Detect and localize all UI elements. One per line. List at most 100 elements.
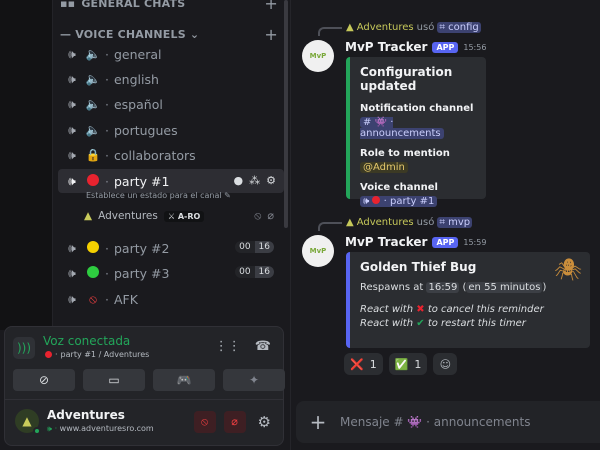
username[interactable]: Adventures [47,408,125,422]
field-name: Role to mention [360,148,450,159]
voice-member[interactable]: ▲ Adventures ⚔ A-RO ⦸ ⌀ [84,209,274,223]
lock-icon: 🔒 [85,148,101,162]
instruction-line: React with ✖ to cancel this reminder [360,304,544,315]
field-name: Voice channel [360,182,438,193]
signal-icon[interactable]: ))) [13,337,35,359]
channel-espanol[interactable]: 🕪 🔈 · español [58,92,284,116]
relative-timestamp[interactable]: en 55 minutos [466,282,543,293]
channel-portugues[interactable]: 🕪 🔈 · portugues [58,118,284,142]
camera-off-button[interactable]: ⊘ [13,369,75,391]
channel-label: collaborators [113,147,196,163]
app-badge: APP [432,41,459,53]
bot-name[interactable]: MvP Tracker [345,235,427,249]
channel-status-hint[interactable]: Establece un estado para el canal ✎ [86,191,231,200]
field-value: # 👾 · announcements [360,117,476,139]
field-name: Notification channel [360,103,474,114]
channel-collaborators[interactable]: 🕪 🔒 · collaborators [58,143,284,167]
channel-label: general [113,46,162,62]
user-icon: ▲ [346,217,354,228]
composer-placeholder[interactable]: Mensaje # 👾 · announcements [340,415,530,429]
member-avatar: ▲ [84,210,93,222]
disconnect-icon[interactable]: ☎ [255,339,271,354]
embed-title: Golden Thief Bug [360,260,477,274]
user-status-text[interactable]: 🕪 · www.adventuresro.com [47,424,154,434]
mute-icon: ⦸ [89,291,97,306]
bot-avatar[interactable]: MvP [302,235,334,267]
message-header: MvP Tracker APP 15:56 [345,40,486,54]
soundboard-button[interactable]: ✦ [223,369,285,391]
channel-mention[interactable]: # 👾 · announcements [360,117,444,139]
reaction-cross[interactable]: ❌ 1 [344,353,383,375]
slash-command[interactable]: ⌗ mvp [437,217,473,228]
channel-general[interactable]: 🕪 🔈 · general [58,42,284,66]
message-composer[interactable]: + Mensaje # 👾 · announcements [296,401,600,443]
red-circle-icon [84,173,102,189]
channel-party-3[interactable]: 🕪 · party #3 00 16 [58,261,284,285]
noise-suppression-icon[interactable]: ⋮⋮ [215,339,241,354]
respawn-line: Respawns at 16:59 (en 55 minutos) [360,282,547,293]
speaker-icon: 🕪 [68,291,76,306]
voice-mention[interactable]: 🕪 · party #1 [360,196,438,207]
channel-english[interactable]: 🕪 🔈 · english [58,67,284,91]
voice-status[interactable]: Voz conectada [43,334,130,348]
respawn-timestamp[interactable]: 16:59 [426,282,460,293]
activities-button[interactable]: 🎮 [153,369,215,391]
channel-emoji: 🔈 [85,47,101,61]
server-list [0,0,52,330]
gear-icon[interactable]: ⚙ [266,174,276,187]
channel-afk[interactable]: 🕪 ⦸ · AFK [58,287,284,311]
online-status-dot [33,427,41,435]
slash-command[interactable]: ⌗ config [437,22,481,33]
pencil-icon: ✎ [224,191,231,200]
scrollbar[interactable] [284,0,288,228]
red-circle-icon [45,351,52,358]
attach-plus-icon[interactable]: + [296,410,340,434]
speaker-icon: 🕪 [68,46,76,61]
reaction-check[interactable]: ✅ 1 [388,353,428,375]
left-sidebar: ▪▪ GENERAL CHATS + — VOICE CHANNELS ⌄ + … [0,0,290,450]
channel-label: party #3 [113,265,170,281]
voice-location[interactable]: · party #1 / Adventures [45,350,149,359]
channel-emoji: 🔈 [85,72,101,86]
embed-config: Configuration updated Notification chann… [346,57,486,207]
speaker-icon: 🕪 [68,173,76,188]
channel-emoji: 🔈 [85,97,101,111]
app-window: ▪▪ GENERAL CHATS + — VOICE CHANNELS ⌄ + … [0,0,600,450]
channel-party-1[interactable]: 🕪 · party #1 ● ⁂ ⚙ [58,169,284,193]
speaker-icon: 🕪 [68,147,76,162]
bot-name[interactable]: MvP Tracker [345,40,427,54]
embed-title: Configuration updated [360,65,453,93]
category-label: VOICE CHANNELS [75,28,186,41]
bot-avatar[interactable]: MvP [302,40,334,72]
speaker-icon: 🕪 [68,122,76,137]
user-panel: ))) Voz conectada · party #1 / Adventure… [4,326,285,446]
category-general-chats[interactable]: ▪▪ GENERAL CHATS + [60,0,278,13]
mic-muted-button[interactable]: ⦸ [193,411,216,433]
reply-context[interactable]: ▲ Adventures usó ⌗ config [318,22,481,36]
channel-label: party #1 [113,173,170,189]
chevron-down-icon: ⌄ [189,28,200,41]
add-member-icon[interactable]: ⁂ [249,174,260,187]
channel-label: AFK [113,291,138,307]
check-mark-icon: ✔ [416,318,425,329]
add-reaction-icon[interactable]: ☺ [433,353,458,375]
deafened-icon: ⌀ [267,209,274,222]
timestamp: 15:59 [463,237,487,247]
reply-context[interactable]: ▲ Adventures usó ⌗ mvp [318,217,473,231]
deafen-button[interactable]: ⌀ [223,411,246,433]
instruction-line: React with ✔ to restart this timer [360,318,526,329]
role-mention[interactable]: @Admin [360,162,408,173]
screen-share-button[interactable]: ▭ [83,369,145,391]
settings-gear-icon[interactable]: ⚙ [258,413,271,431]
channel-label: español [113,96,163,112]
reaction-bar: ❌ 1 ✅ 1 ☺ [344,353,458,375]
channel-party-2[interactable]: 🕪 · party #2 00 16 [58,236,284,260]
user-icon: ▲ [346,22,354,33]
member-tag: ⚔ A-RO [163,210,205,222]
yellow-circle-icon [84,240,102,256]
add-channel-icon[interactable]: + [264,0,278,13]
field-value: 🕪 · party #1 [360,196,476,207]
member-name: Adventures [98,210,158,222]
speaker-icon: 🕪 [68,71,76,86]
chat-icon[interactable]: ● [234,174,244,187]
